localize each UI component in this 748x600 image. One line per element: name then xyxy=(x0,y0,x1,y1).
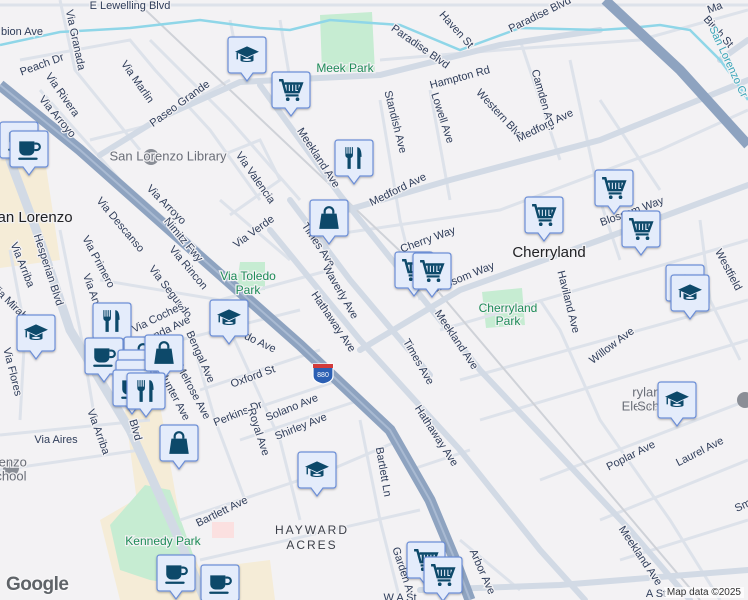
restaurant-marker[interactable] xyxy=(334,139,374,185)
school-marker[interactable] xyxy=(227,36,267,82)
street-label: Cherry Way xyxy=(399,224,458,255)
street-label: Westfield xyxy=(712,247,744,292)
cart-marker[interactable] xyxy=(621,210,661,256)
park-label[interactable]: Kennedy Park xyxy=(124,533,203,550)
poi-label[interactable]: Adult School xyxy=(0,467,28,485)
park-label[interactable]: Meek Park xyxy=(315,60,376,77)
map-attribution[interactable]: Map data ©2025 xyxy=(663,587,744,598)
park-label[interactable]: Via Toledo xyxy=(219,268,277,285)
town-label[interactable]: Cherryland xyxy=(511,243,587,263)
street-label: Via Arriba xyxy=(84,408,112,458)
school-poi-icon xyxy=(737,392,748,408)
street-label: Times Ave xyxy=(400,337,436,387)
street-label: Haven St xyxy=(436,9,475,51)
park-label[interactable]: Park xyxy=(234,282,262,299)
freeways xyxy=(0,0,748,600)
street-label: Meekland Ave xyxy=(432,308,480,372)
school-marker[interactable] xyxy=(657,381,697,427)
park-label[interactable]: Park xyxy=(494,313,522,330)
cart-marker[interactable] xyxy=(423,556,463,600)
map-svg[interactable]: 880 E Lewelling Blvdbion Ave Via GranadaP… xyxy=(0,0,748,600)
street-label: Via Flores xyxy=(0,347,24,398)
poi-label[interactable]: San Lorenzo Library xyxy=(108,147,228,165)
street-label: Willow Ave xyxy=(587,325,637,366)
map-labels: E Lewelling Blvdbion Ave Via GranadaPeach… xyxy=(0,0,748,600)
google-logo: Google xyxy=(6,574,69,595)
area-label[interactable]: ACRES xyxy=(285,537,337,554)
street-label: Standish Ave xyxy=(382,89,409,154)
school-marker[interactable] xyxy=(297,451,337,497)
street-label: Bartlett Ln xyxy=(373,446,394,497)
street-label: W A St xyxy=(383,592,416,600)
street-label: bion Ave xyxy=(1,26,43,38)
park-label[interactable]: Cherryland xyxy=(477,300,538,317)
minor-roads xyxy=(0,0,748,600)
street-label: Haviland Ave xyxy=(555,269,582,334)
cart-marker[interactable] xyxy=(524,196,564,242)
coffee-marker[interactable] xyxy=(200,564,240,600)
poi-label[interactable]: San Lorenzo xyxy=(0,453,28,471)
area-label[interactable]: HAYWARD xyxy=(274,522,349,539)
street-label: Laurel Ave xyxy=(674,435,726,469)
i880-shield: 880 xyxy=(312,363,334,385)
map-canvas[interactable]: 880 E Lewelling Blvd bion Ave Via Granada P… xyxy=(0,0,748,600)
street-label: Via Aires xyxy=(34,434,78,446)
street-label: Via Granada xyxy=(63,9,88,73)
street-label: Oxford St xyxy=(229,363,277,390)
street-label: Lowell Ave xyxy=(428,91,456,145)
street-label: Ma xyxy=(706,0,725,16)
street-label: E Lewelling Blvd xyxy=(90,0,171,12)
school-marker[interactable] xyxy=(209,299,249,345)
highway-number: 880 xyxy=(317,372,329,379)
street-label: Hathaway Ave xyxy=(412,403,460,468)
town-label[interactable]: San Lorenzo xyxy=(0,208,74,228)
street-label: Sm xyxy=(733,497,748,515)
